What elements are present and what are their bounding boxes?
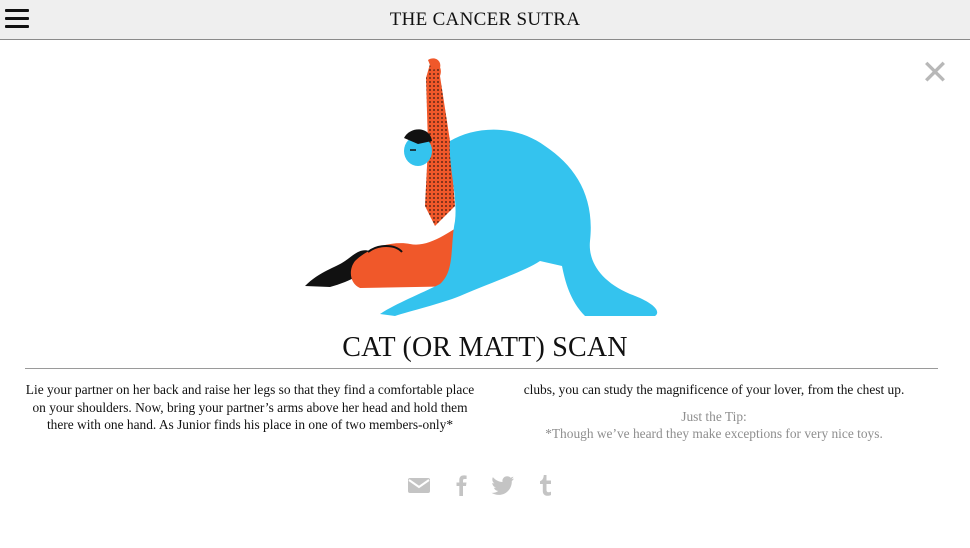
position-illustration: [305, 58, 658, 316]
tip-label: Just the Tip:: [681, 408, 747, 424]
email-icon[interactable]: [406, 472, 432, 498]
description-text-left: Lie your partner on her back and raise h…: [25, 382, 475, 432]
top-bar: THE CANCER SUTRA: [0, 0, 970, 40]
site-title[interactable]: THE CANCER SUTRA: [0, 9, 970, 31]
description-left-column: Lie your partner on her back and raise h…: [25, 381, 475, 434]
position-title: CAT (OR MATT) SCAN: [342, 332, 628, 363]
description-text-right: clubs, you can study the magnificence of…: [523, 382, 905, 397]
close-icon[interactable]: ✕: [920, 56, 950, 90]
description-right-column: clubs, you can study the magnificence of…: [505, 381, 923, 443]
tumblr-icon[interactable]: [532, 472, 558, 498]
tip-text: *Though we’ve heard they make exceptions…: [545, 426, 883, 441]
title-divider: [25, 368, 938, 369]
share-bar: [400, 472, 570, 498]
facebook-icon[interactable]: [448, 472, 474, 498]
twitter-icon[interactable]: [490, 472, 516, 498]
